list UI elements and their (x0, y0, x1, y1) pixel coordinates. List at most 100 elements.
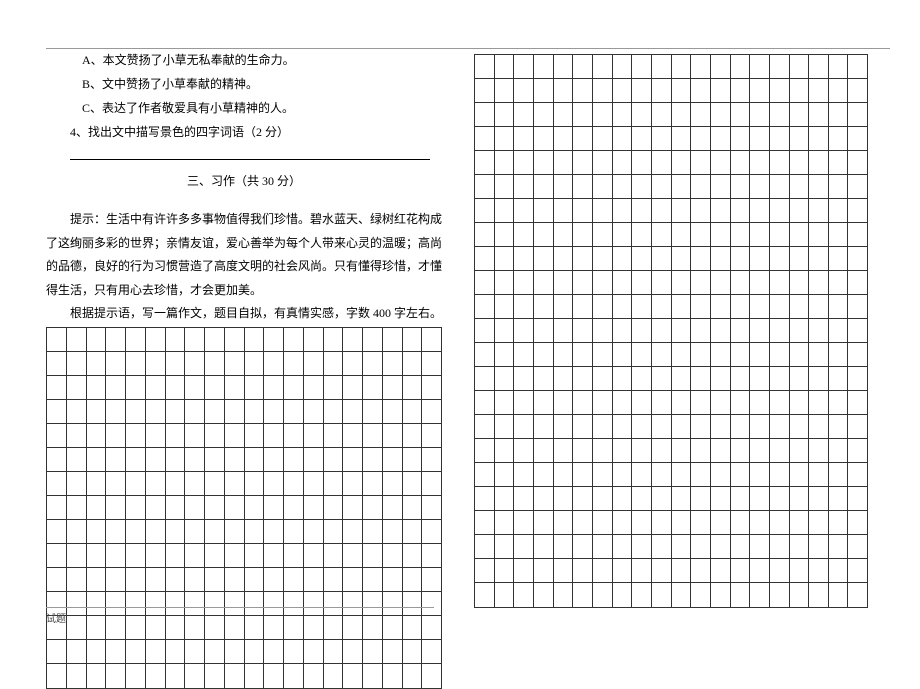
grid-cell[interactable] (304, 352, 324, 375)
grid-cell[interactable] (475, 175, 495, 198)
grid-cell[interactable] (750, 175, 770, 198)
grid-cell[interactable] (475, 199, 495, 222)
grid-cell[interactable] (672, 511, 692, 534)
grid-cell[interactable] (403, 352, 423, 375)
grid-cell[interactable] (67, 472, 87, 495)
grid-cell[interactable] (790, 151, 810, 174)
grid-cell[interactable] (534, 583, 554, 607)
grid-cell[interactable] (652, 247, 672, 270)
grid-cell[interactable] (731, 79, 751, 102)
grid-cell[interactable] (593, 511, 613, 534)
grid-cell[interactable] (304, 640, 324, 663)
grid-cell[interactable] (711, 535, 731, 558)
grid-cell[interactable] (205, 400, 225, 423)
grid-cell[interactable] (790, 415, 810, 438)
grid-cell[interactable] (672, 103, 692, 126)
grid-cell[interactable] (809, 367, 829, 390)
grid-cell[interactable] (534, 343, 554, 366)
grid-cell[interactable] (264, 544, 284, 567)
grid-cell[interactable] (652, 79, 672, 102)
grid-cell[interactable] (363, 544, 383, 567)
grid-cell[interactable] (383, 448, 403, 471)
grid-cell[interactable] (632, 487, 652, 510)
grid-cell[interactable] (554, 247, 574, 270)
grid-cell[interactable] (205, 664, 225, 688)
grid-cell[interactable] (848, 223, 867, 246)
grid-cell[interactable] (652, 199, 672, 222)
grid-cell[interactable] (613, 367, 633, 390)
grid-cell[interactable] (495, 271, 515, 294)
grid-cell[interactable] (770, 247, 790, 270)
grid-cell[interactable] (67, 496, 87, 519)
grid-cell[interactable] (731, 295, 751, 318)
grid-cell[interactable] (67, 400, 87, 423)
grid-cell[interactable] (790, 271, 810, 294)
grid-cell[interactable] (383, 496, 403, 519)
grid-cell[interactable] (790, 55, 810, 78)
grid-cell[interactable] (691, 343, 711, 366)
grid-cell[interactable] (554, 559, 574, 582)
grid-cell[interactable] (573, 319, 593, 342)
grid-cell[interactable] (205, 496, 225, 519)
grid-cell[interactable] (573, 271, 593, 294)
grid-cell[interactable] (106, 376, 126, 399)
grid-cell[interactable] (495, 295, 515, 318)
grid-cell[interactable] (790, 343, 810, 366)
grid-cell[interactable] (770, 151, 790, 174)
grid-cell[interactable] (691, 151, 711, 174)
grid-cell[interactable] (534, 535, 554, 558)
grid-cell[interactable] (770, 103, 790, 126)
grid-cell[interactable] (672, 319, 692, 342)
grid-cell[interactable] (284, 472, 304, 495)
grid-cell[interactable] (750, 487, 770, 510)
grid-cell[interactable] (632, 367, 652, 390)
grid-cell[interactable] (731, 463, 751, 486)
grid-cell[interactable] (848, 487, 867, 510)
grid-cell[interactable] (672, 175, 692, 198)
grid-cell[interactable] (731, 391, 751, 414)
grid-cell[interactable] (47, 472, 67, 495)
grid-cell[interactable] (146, 376, 166, 399)
grid-cell[interactable] (343, 520, 363, 543)
grid-cell[interactable] (47, 448, 67, 471)
grid-cell[interactable] (324, 352, 344, 375)
grid-cell[interactable] (750, 79, 770, 102)
grid-cell[interactable] (422, 352, 441, 375)
grid-cell[interactable] (185, 376, 205, 399)
grid-cell[interactable] (264, 328, 284, 351)
grid-cell[interactable] (790, 103, 810, 126)
grid-cell[interactable] (554, 415, 574, 438)
grid-cell[interactable] (495, 487, 515, 510)
grid-cell[interactable] (672, 343, 692, 366)
grid-cell[interactable] (343, 424, 363, 447)
grid-cell[interactable] (146, 424, 166, 447)
grid-cell[interactable] (750, 511, 770, 534)
grid-cell[interactable] (126, 664, 146, 688)
grid-cell[interactable] (304, 664, 324, 688)
grid-cell[interactable] (403, 640, 423, 663)
grid-cell[interactable] (691, 511, 711, 534)
grid-cell[interactable] (848, 295, 867, 318)
grid-cell[interactable] (534, 463, 554, 486)
grid-cell[interactable] (67, 664, 87, 688)
grid-cell[interactable] (790, 535, 810, 558)
grid-cell[interactable] (185, 568, 205, 591)
grid-cell[interactable] (652, 319, 672, 342)
grid-cell[interactable] (848, 175, 867, 198)
grid-cell[interactable] (731, 415, 751, 438)
grid-cell[interactable] (166, 496, 186, 519)
grid-cell[interactable] (514, 511, 534, 534)
grid-cell[interactable] (106, 352, 126, 375)
grid-cell[interactable] (146, 496, 166, 519)
grid-cell[interactable] (691, 463, 711, 486)
grid-cell[interactable] (495, 55, 515, 78)
grid-cell[interactable] (146, 568, 166, 591)
grid-cell[interactable] (403, 544, 423, 567)
grid-cell[interactable] (363, 520, 383, 543)
grid-cell[interactable] (652, 127, 672, 150)
grid-cell[interactable] (632, 175, 652, 198)
grid-cell[interactable] (304, 448, 324, 471)
grid-cell[interactable] (593, 247, 613, 270)
grid-cell[interactable] (593, 103, 613, 126)
grid-cell[interactable] (422, 568, 441, 591)
